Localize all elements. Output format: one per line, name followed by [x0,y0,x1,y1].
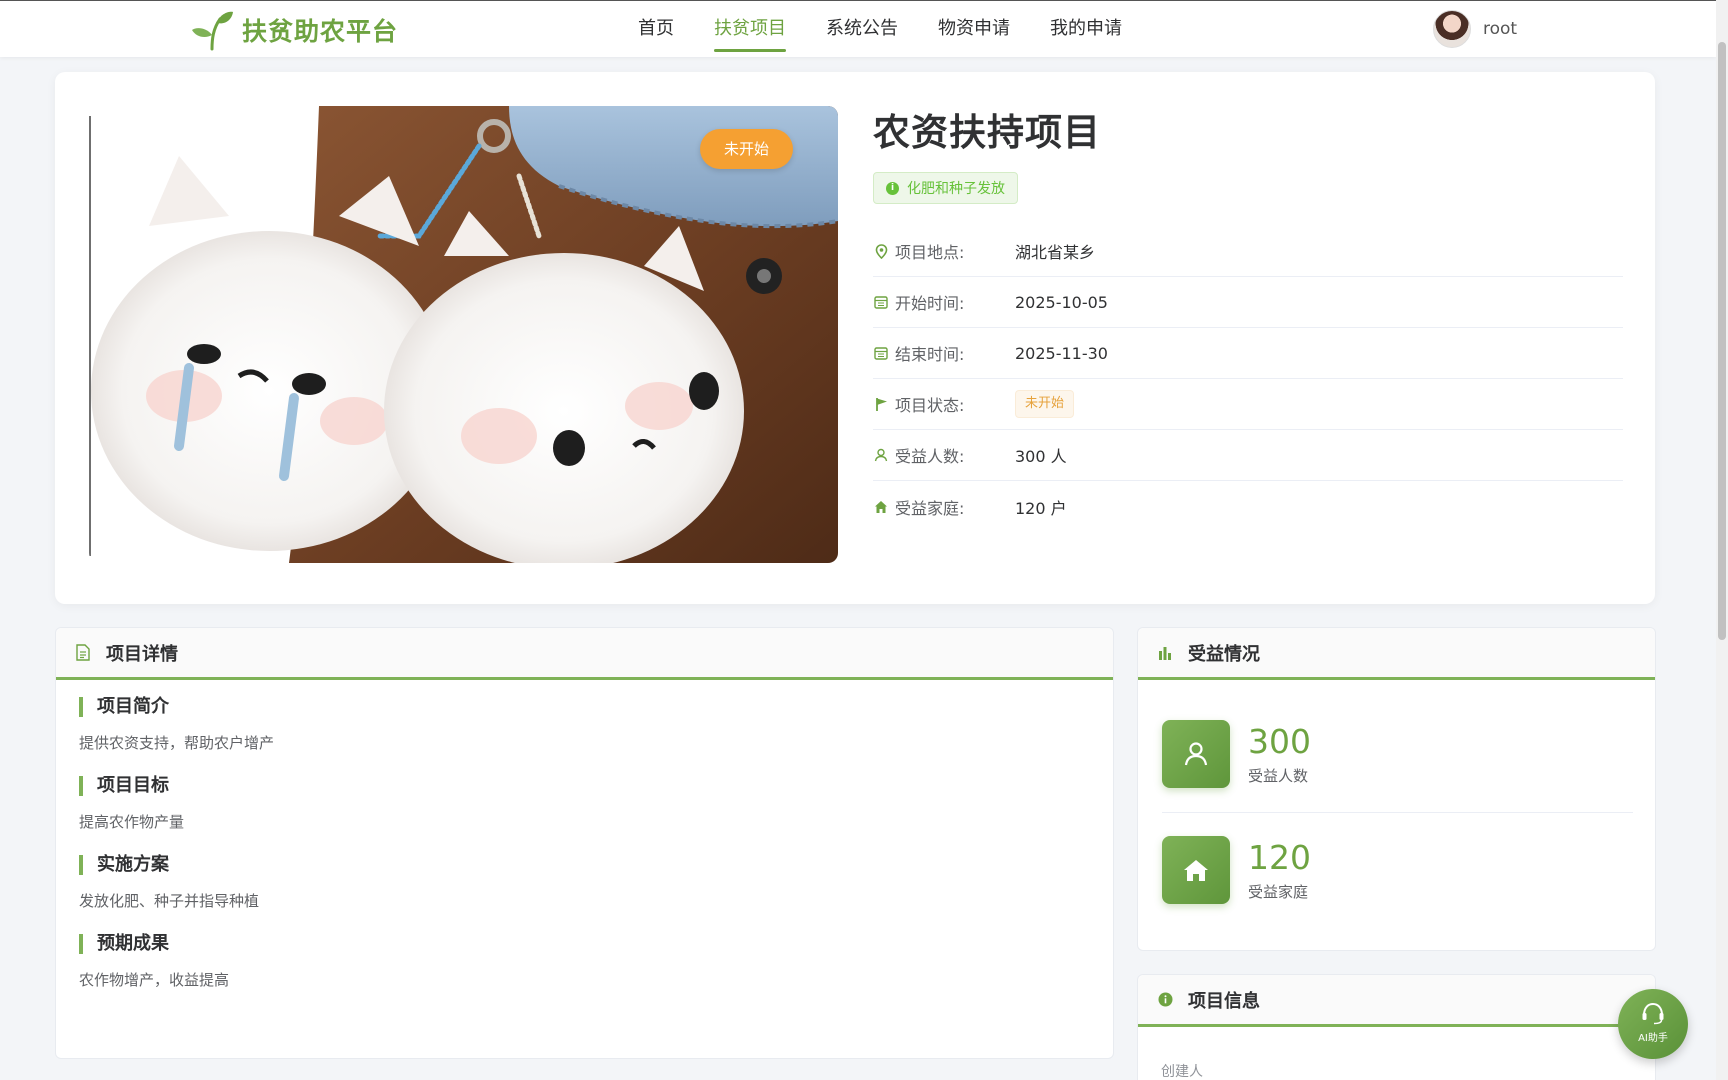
section-title: 项目简介 [79,697,1113,717]
nav-item-announcements[interactable]: 系统公告 [826,1,898,58]
row-value: 2025-10-05 [1015,292,1108,312]
calendar-icon [873,345,889,361]
username[interactable]: root [1483,19,1517,39]
project-info-card: 项目信息 创建人 [1137,974,1656,1080]
project-image: 未开始 [89,106,838,563]
status-badge: 未开始 [1015,390,1075,418]
card-header: 受益情况 [1138,628,1655,680]
headset-icon [1642,1002,1664,1025]
section-title: 项目目标 [79,776,1113,796]
location-icon [873,243,889,259]
row-value: 300 人 [1015,447,1067,466]
user-icon [1162,720,1230,788]
row-start-date: 开始时间: 2025-10-05 [873,277,1623,328]
sprout-icon [190,9,234,51]
row-families: 受益家庭: 120 户 [873,481,1623,532]
avatar[interactable] [1433,10,1471,48]
card-header: 项目信息 [1138,975,1655,1027]
project-title: 农资扶持项目 [873,111,1101,154]
project-tag-text: 化肥和种子发放 [907,181,1005,197]
house-icon [1162,836,1230,904]
logo-text: 扶贫助农平台 [242,17,399,46]
project-photo [89,106,838,563]
project-info-panel: 农资扶持项目 i 化肥和种子发放 项目地点: 湖北省某乡 开始时间: 2025-… [873,102,1623,532]
row-value: 120 户 [1015,498,1067,518]
detail-section: 项目目标 提高农作物产量 [56,776,1113,831]
flag-icon [873,396,889,412]
user-menu[interactable]: root [1433,10,1517,48]
row-beneficiaries: 受益人数: 300 人 [873,430,1623,481]
section-title: 实施方案 [79,855,1113,875]
section-title: 预期成果 [79,934,1113,954]
logo[interactable]: 扶贫助农平台 [190,9,398,51]
row-location: 项目地点: 湖北省某乡 [873,226,1623,277]
section-text: 提高农作物产量 [79,813,185,831]
calendar-icon [873,294,889,310]
page-scrollbar[interactable] [1716,0,1728,1080]
nav-item-material-request[interactable]: 物资申请 [938,1,1010,58]
nav-item-my-requests[interactable]: 我的申请 [1050,1,1122,58]
project-attribute-list: 项目地点: 湖北省某乡 开始时间: 2025-10-05 结束时间: 2025-… [873,226,1623,532]
row-value: 湖北省某乡 [1015,243,1096,262]
image-status-badge: 未开始 [700,129,793,169]
project-tag: i 化肥和种子发放 [873,172,1018,204]
nav-item-projects[interactable]: 扶贫项目 [714,1,786,58]
section-text: 提供农资支持，帮助农户增产 [79,734,275,752]
benefit-people: 300 受益人数 [1162,720,1311,788]
scrollbar-thumb[interactable] [1718,42,1726,640]
divider [1162,812,1633,813]
project-detail-card: 项目详情 项目简介 提供农资支持，帮助农户增产 项目目标 提高农作物产量 实施方… [55,627,1114,1059]
detail-section: 项目简介 提供农资支持，帮助农户增产 [56,697,1113,752]
main-nav: 首页 扶贫项目 系统公告 物资申请 我的申请 [638,1,1162,58]
section-text: 农作物增产，收益提高 [79,971,230,989]
top-navbar: 扶贫助农平台 首页 扶贫项目 系统公告 物资申请 我的申请 root [0,0,1716,57]
row-label: 结束时间: [895,345,965,364]
bar-chart-icon [1156,644,1174,662]
row-label: 受益人数: [895,447,965,466]
beneficiary-count: 300 [1248,722,1311,761]
info-icon [1156,991,1174,1009]
benefit-card: 受益情况 300 受益人数 120 受益家庭 [1137,627,1656,951]
row-end-date: 结束时间: 2025-11-30 [873,328,1623,379]
beneficiary-label: 受益人数 [1248,767,1309,785]
creator-label: 创建人 [1161,1064,1203,1080]
info-icon: i [886,181,899,195]
row-label: 受益家庭: [895,498,965,518]
row-value: 2025-11-30 [1015,343,1108,363]
family-count: 120 [1248,838,1311,877]
card-title: 受益情况 [1188,643,1260,665]
house-icon [873,499,889,515]
family-label: 受益家庭 [1248,883,1309,901]
card-title: 项目详情 [106,643,178,665]
card-header: 项目详情 [56,628,1113,680]
row-label: 开始时间: [895,294,965,313]
document-icon [74,644,92,662]
user-icon [873,447,889,463]
card-title: 项目信息 [1188,990,1260,1012]
detail-section: 实施方案 发放化肥、种子并指导种植 [56,855,1113,910]
project-overview-card: 未开始 农资扶持项目 i 化肥和种子发放 项目地点: 湖北省某乡 开始时间: 2… [55,72,1655,604]
detail-section: 预期成果 农作物增产，收益提高 [56,934,1113,989]
row-label: 项目状态: [895,396,965,415]
benefit-families: 120 受益家庭 [1162,836,1311,904]
ai-assistant-label: AI助手 [1638,1033,1668,1044]
row-status: 项目状态: 未开始 [873,379,1623,430]
nav-item-home[interactable]: 首页 [638,1,674,58]
row-label: 项目地点: [895,243,965,262]
image-edge-line [89,116,91,556]
ai-assistant-button[interactable]: AI助手 [1618,989,1688,1059]
section-text: 发放化肥、种子并指导种植 [79,892,260,910]
